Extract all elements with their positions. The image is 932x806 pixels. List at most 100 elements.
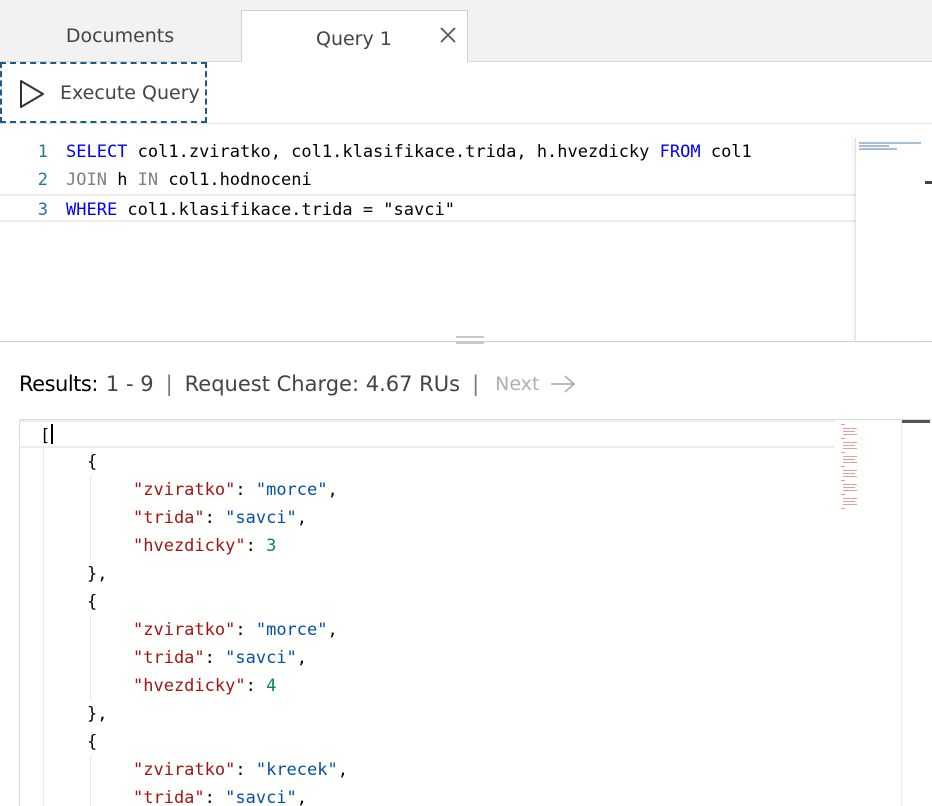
json-token: }, <box>87 564 108 584</box>
code-token: SELECT <box>66 142 128 162</box>
json-token: : <box>235 760 256 780</box>
json-token: "morce" <box>255 480 328 500</box>
result-line-text: "zviratko": "krecek", <box>133 756 348 784</box>
result-line[interactable]: { <box>20 448 835 476</box>
json-token: 4 <box>266 676 277 696</box>
json-token: , <box>327 620 338 640</box>
json-token: "savci" <box>225 508 297 528</box>
result-line[interactable]: }, <box>20 560 835 588</box>
query-line-text: JOIN h IN col1.hodnoceni <box>66 166 312 194</box>
tab-bar: Documents Query 1 <box>0 0 932 63</box>
query-line[interactable]: 3 WHERE col1.klasifikace.trida = "savci" <box>0 194 856 222</box>
result-line[interactable]: "zviratko": "morce", <box>20 476 835 504</box>
json-token: "trida" <box>133 508 205 528</box>
json-token: "zviratko" <box>133 620 236 640</box>
json-token: : <box>245 536 267 556</box>
result-line[interactable]: "hvezdicky": 4 <box>20 672 835 700</box>
result-line-text: "trida": "savci", <box>133 644 307 672</box>
result-line[interactable]: "zviratko": "krecek", <box>20 756 835 784</box>
result-line[interactable]: }, <box>20 700 835 728</box>
code-token: IN <box>137 170 159 190</box>
results-minimap[interactable] <box>835 420 901 806</box>
editor-scrollbar[interactable] <box>925 181 932 184</box>
results-label: Results: <box>19 372 98 396</box>
result-line-text: }, <box>87 700 107 728</box>
json-token: "savci" <box>225 788 297 806</box>
arrow-right-icon[interactable] <box>549 374 577 394</box>
code-token: col1.hodnoceni <box>158 170 312 190</box>
json-token: "savci" <box>225 648 297 668</box>
request-charge: Request Charge: 4.67 RUs <box>184 372 461 396</box>
json-token: "trida" <box>133 788 205 806</box>
results-separator-2: | <box>472 372 480 396</box>
json-token: , <box>296 788 308 806</box>
result-line-text: { <box>87 448 97 476</box>
query-line-text: SELECT col1.zviratko, col1.klasifikace.t… <box>66 138 752 166</box>
result-line-text: "zviratko": "morce", <box>133 476 338 504</box>
results-viewer[interactable]: [{"zviratko": "morce", "trida": "savci", "… <box>19 419 932 806</box>
result-line-text: "zviratko": "morce", <box>133 616 338 644</box>
tab-documents-label: Documents <box>65 25 175 47</box>
command-bar: Execute Query <box>0 62 932 124</box>
code-token: JOIN <box>66 170 107 190</box>
json-token: "krecek" <box>255 760 338 780</box>
results-scrollbar[interactable] <box>901 420 930 806</box>
code-token: col1.zviratko, col1.klasifikace.trida, h… <box>127 142 660 162</box>
line-number: 1 <box>37 142 48 162</box>
play-icon <box>20 80 44 108</box>
results-range: 1 - 9 <box>105 372 154 396</box>
result-line[interactable]: [ <box>20 420 835 448</box>
tab-query-1[interactable]: Query 1 <box>241 10 468 63</box>
json-token: { <box>87 452 98 472</box>
code-token: FROM <box>659 142 701 162</box>
text-cursor <box>51 424 54 444</box>
json-token: "hvezdicky" <box>133 676 246 696</box>
query-line[interactable]: 1 SELECT col1.zviratko, col1.klasifikace.… <box>0 138 856 166</box>
json-token: { <box>87 732 98 752</box>
json-token: , <box>296 648 308 668</box>
result-line[interactable]: "trida": "savci", <box>20 504 835 532</box>
json-token: , <box>296 508 308 528</box>
line-number: 2 <box>37 170 48 190</box>
execute-query-label: Execute Query <box>60 82 200 104</box>
editor-minimap[interactable] <box>855 138 925 342</box>
pane-splitter[interactable] <box>456 336 484 348</box>
execute-query-button[interactable]: Execute Query <box>0 62 207 123</box>
json-token: , <box>327 480 338 500</box>
result-line[interactable]: "zviratko": "morce", <box>20 616 835 644</box>
result-line-text: }, <box>87 560 107 588</box>
json-token: }, <box>87 704 108 724</box>
result-line[interactable]: { <box>20 588 835 616</box>
tab-documents[interactable]: Documents <box>0 10 240 62</box>
close-icon[interactable] <box>438 25 458 45</box>
result-line-text: [ <box>40 422 54 450</box>
result-line-text: { <box>87 728 97 756</box>
code-token: WHERE <box>66 200 118 220</box>
json-token: { <box>87 592 98 612</box>
json-token: : <box>204 788 226 806</box>
query-line[interactable]: 2 JOIN h IN col1.hodnoceni <box>0 166 856 194</box>
next-page-button[interactable]: Next <box>495 373 539 395</box>
result-line-text: "hvezdicky": 3 <box>133 532 276 560</box>
result-line[interactable]: "trida": "savci", <box>20 644 835 672</box>
results-scrollbar-thumb[interactable] <box>902 420 930 423</box>
json-token: : <box>245 676 267 696</box>
line-number: 3 <box>37 200 48 220</box>
result-line-text: "trida": "savci", <box>133 504 307 532</box>
code-token: "savci" <box>383 200 455 220</box>
json-token: "zviratko" <box>133 480 236 500</box>
query-editor[interactable]: 1 SELECT col1.zviratko, col1.klasifikace.… <box>0 138 932 342</box>
result-line[interactable]: "trida": "savci", <box>20 784 835 806</box>
results-header: Results: 1 - 9 | Request Charge: 4.67 RU… <box>19 369 577 399</box>
result-line-text: "trida": "savci", <box>133 784 307 806</box>
result-line[interactable]: { <box>20 728 835 756</box>
json-token: "hvezdicky" <box>133 536 246 556</box>
json-token: "trida" <box>133 648 205 668</box>
json-token: : <box>235 620 256 640</box>
result-line-text: "hvezdicky": 4 <box>133 672 276 700</box>
json-token: : <box>204 508 226 528</box>
result-line[interactable]: "hvezdicky": 3 <box>20 532 835 560</box>
code-token: h <box>106 170 138 190</box>
json-token: : <box>235 480 256 500</box>
code-token: col1 <box>700 142 752 162</box>
